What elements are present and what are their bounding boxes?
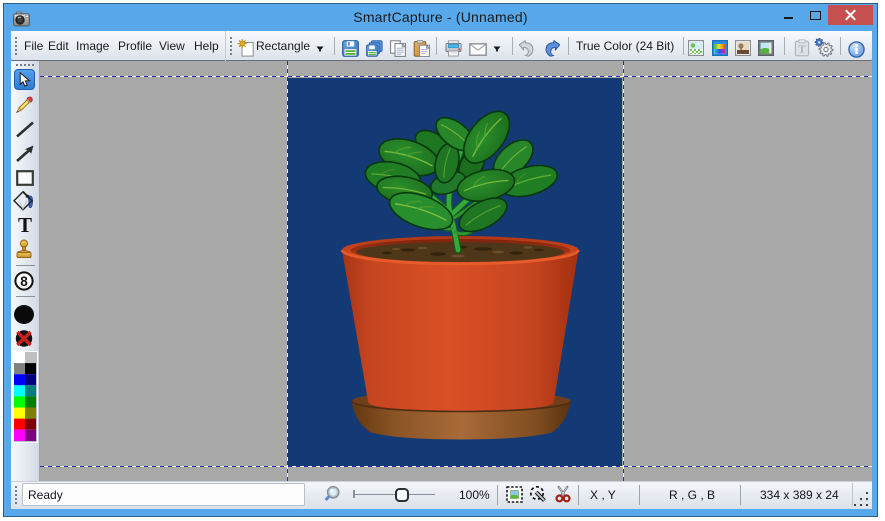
svg-text:8: 8 xyxy=(20,274,28,289)
svg-text:T: T xyxy=(798,45,805,56)
